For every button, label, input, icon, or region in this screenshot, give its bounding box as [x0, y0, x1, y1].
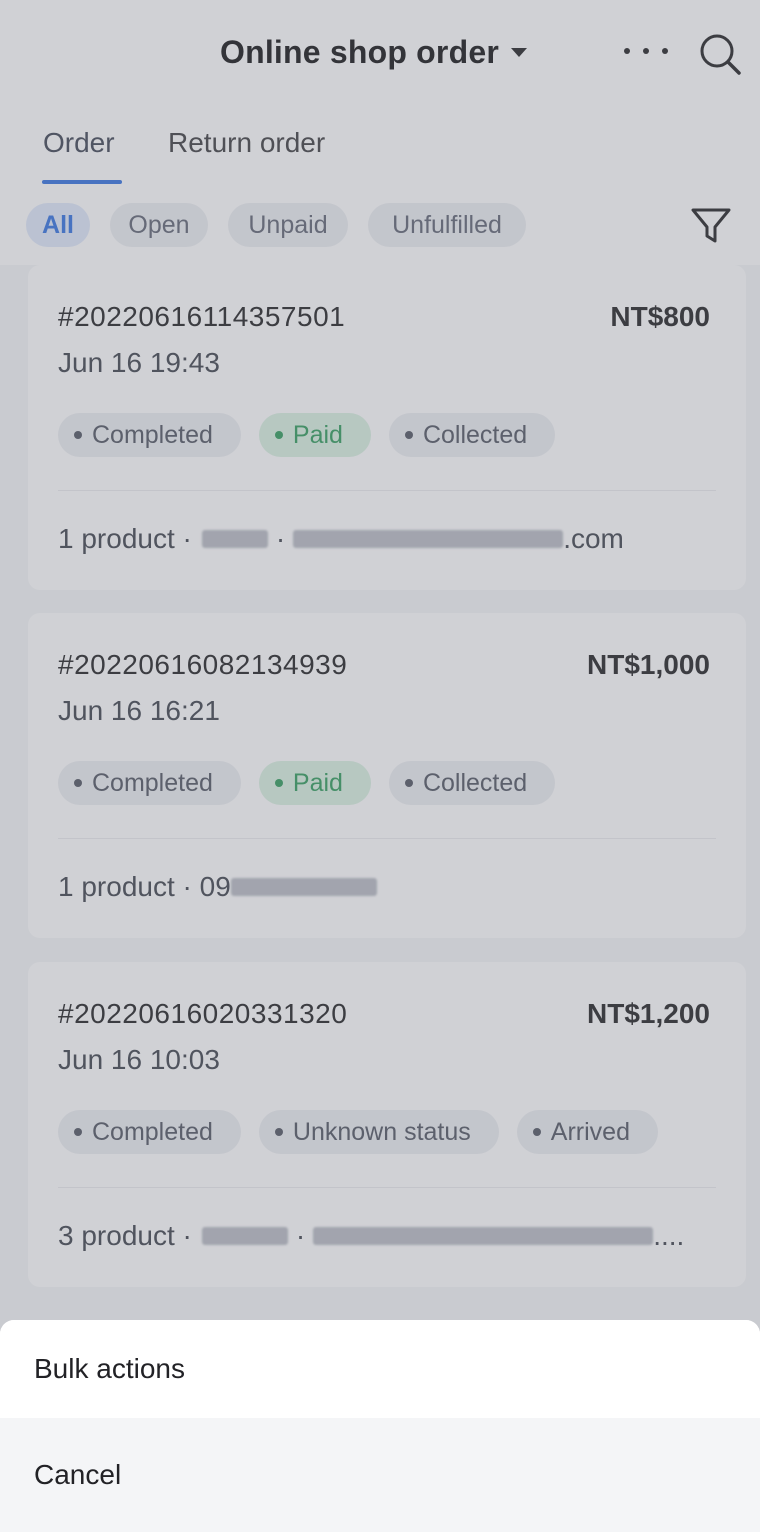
cancel-label: Cancel: [34, 1459, 122, 1490]
cancel-button[interactable]: Cancel: [0, 1418, 760, 1532]
order-list-screen: Online shop order Order Return order All…: [0, 0, 760, 1532]
bulk-actions-label: Bulk actions: [34, 1353, 185, 1384]
bulk-actions-button[interactable]: Bulk actions: [0, 1320, 760, 1418]
modal-backdrop[interactable]: [0, 0, 760, 1532]
action-sheet: Bulk actions Cancel: [0, 1320, 760, 1532]
